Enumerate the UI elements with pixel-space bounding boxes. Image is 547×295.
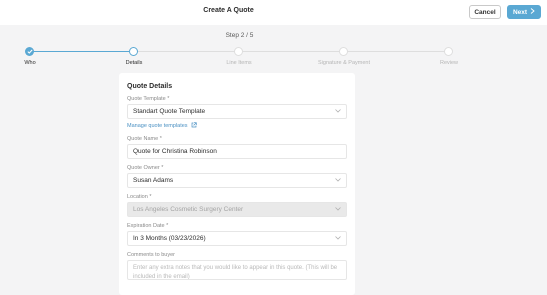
chevron-down-icon (335, 206, 341, 213)
next-button-label: Next (512, 8, 528, 16)
cancel-button[interactable]: Cancel (469, 5, 501, 19)
manage-templates-link[interactable]: Manage quote templates (127, 122, 347, 130)
step-details-indicator[interactable] (129, 47, 138, 56)
quote-owner-label: Quote Owner * (127, 165, 164, 171)
step-label-signature-payment: Signature & Payment (318, 60, 370, 66)
progress-track-remaining (134, 51, 448, 52)
manage-templates-label: Manage quote templates (127, 123, 188, 129)
step-who-complete-icon[interactable] (25, 47, 34, 56)
template-label: Quote Template * (127, 96, 170, 102)
comments-textarea[interactable]: Enter any extra notes that you would lik… (127, 260, 347, 280)
quote-details-card: Quote Details Quote Template * Standart … (119, 73, 355, 295)
template-value: Standart Quote Template (133, 108, 206, 115)
chevron-down-icon (335, 108, 341, 115)
step-review-indicator (444, 47, 453, 56)
progress-track-complete (33, 51, 129, 52)
expiration-select[interactable]: In 3 Months (03/23/2026) (127, 231, 347, 246)
page-title: Create A Quote (203, 7, 254, 14)
step-label-who[interactable]: Who (24, 60, 35, 66)
chevron-down-icon (335, 235, 341, 242)
top-bar: Create A Quote Cancel Next (0, 0, 547, 25)
quote-owner-select[interactable]: Susan Adams (127, 173, 347, 188)
expiration-label: Expiration Date * (127, 223, 169, 229)
card-title: Quote Details (127, 83, 173, 90)
chevron-right-icon (530, 8, 535, 16)
progress-stepper: Who Details Line Items Signature & Payme… (0, 45, 547, 69)
quote-name-label: Quote Name * (127, 136, 162, 142)
step-line-items-indicator (234, 47, 243, 56)
template-select[interactable]: Standart Quote Template (127, 104, 347, 119)
next-button[interactable]: Next (507, 5, 541, 19)
step-signature-indicator (339, 47, 348, 56)
quote-name-value: Quote for Christina Robinson (133, 148, 217, 155)
quote-owner-value: Susan Adams (133, 177, 174, 184)
step-label-review: Review (439, 60, 459, 66)
step-counter: Step 2 / 5 (225, 32, 254, 39)
location-select: Los Angeles Cosmetic Surgery Center (127, 202, 347, 217)
step-label-line-items: Line Items (226, 60, 252, 66)
chevron-down-icon (335, 177, 341, 184)
expiration-value: In 3 Months (03/23/2026) (133, 235, 206, 242)
step-label-details[interactable]: Details (126, 60, 143, 66)
quote-name-input[interactable]: Quote for Christina Robinson (127, 144, 347, 159)
external-link-icon (191, 122, 197, 130)
location-label: Location * (127, 194, 152, 200)
location-value: Los Angeles Cosmetic Surgery Center (133, 206, 244, 213)
comments-label: Comments to buyer (127, 252, 175, 258)
